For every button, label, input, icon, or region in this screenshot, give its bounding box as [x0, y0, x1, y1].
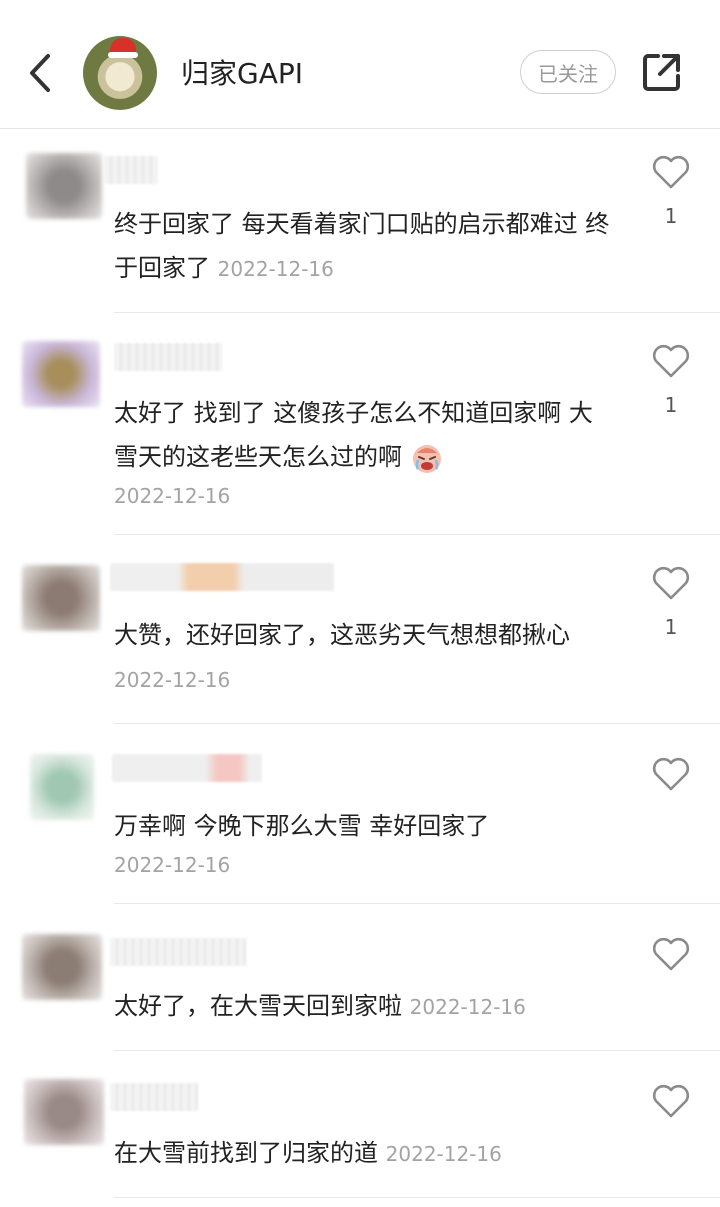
heart-icon[interactable]: [651, 1083, 691, 1119]
commenter-avatar[interactable]: [22, 341, 100, 407]
heart-icon[interactable]: [651, 756, 691, 792]
account-avatar[interactable]: [83, 36, 157, 110]
crying-face-emoji: [412, 445, 441, 473]
comment-item: 万幸啊 今晚下那么大雪 幸好回家了 2022-12-16: [0, 724, 720, 904]
commenter-avatar[interactable]: [22, 934, 102, 1000]
top-bar: 归家GAPI 已关注: [0, 0, 720, 129]
commenter-name[interactable]: [114, 343, 222, 371]
comment-text-block: 终于回家了 每天看着家门口贴的启示都难过 终于回家了 2022-12-16: [114, 202, 614, 291]
comment-text: 大赞，还好回家了，这恶劣天气想想都揪心: [114, 621, 570, 649]
comment-date: 2022-12-16: [114, 668, 231, 692]
comment-text-block: 太好了 找到了 这傻孩子怎么不知道回家啊 大雪天的这老些天怎么过的啊 2022-…: [114, 391, 614, 513]
commenter-name[interactable]: [112, 754, 262, 782]
back-arrow-icon[interactable]: [22, 50, 58, 96]
comment-date: 2022-12-16: [409, 995, 526, 1019]
commenter-name[interactable]: [110, 563, 334, 591]
comment-item: 太好了 找到了 这傻孩子怎么不知道回家啊 大雪天的这老些天怎么过的啊 2022-…: [0, 313, 720, 535]
comment-text-block: 太好了，在大雪天回到家啦 2022-12-16: [114, 984, 614, 1029]
comment-item: 在大雪前找到了归家的道 2022-12-16: [0, 1051, 720, 1207]
comment-text-block: 在大雪前找到了归家的道 2022-12-16: [114, 1131, 614, 1176]
divider: [114, 1197, 720, 1198]
like-count: 1: [664, 204, 678, 228]
comment-date: 2022-12-16: [385, 1142, 502, 1166]
comment-item: 太好了，在大雪天回到家啦 2022-12-16: [0, 904, 720, 1051]
share-icon[interactable]: [640, 50, 684, 94]
heart-icon[interactable]: [651, 154, 691, 190]
comment-date: 2022-12-16: [217, 257, 334, 281]
comment-text-block: 万幸啊 今晚下那么大雪 幸好回家了 2022-12-16: [114, 804, 614, 882]
comment-item: 大赞，还好回家了，这恶劣天气想想都揪心 2022-12-16 1: [0, 535, 720, 724]
comment-text-block: 大赞，还好回家了，这恶劣天气想想都揪心 2022-12-16: [114, 613, 614, 702]
heart-icon[interactable]: [651, 343, 691, 379]
following-button[interactable]: 已关注: [520, 50, 616, 94]
comment-date: 2022-12-16: [114, 484, 231, 508]
commenter-avatar[interactable]: [30, 754, 94, 820]
comment-text: 万幸啊 今晚下那么大雪 幸好回家了: [114, 812, 490, 840]
heart-icon[interactable]: [651, 565, 691, 601]
account-name[interactable]: 归家GAPI: [181, 54, 303, 94]
heart-icon[interactable]: [651, 936, 691, 972]
commenter-name[interactable]: [110, 1083, 198, 1111]
commenter-name[interactable]: [110, 938, 246, 966]
comment-text: 太好了 找到了 这傻孩子怎么不知道回家啊 大雪天的这老些天怎么过的啊: [114, 399, 593, 471]
comment-text: 太好了，在大雪天回到家啦: [114, 992, 402, 1020]
commenter-name[interactable]: [104, 156, 158, 184]
comment-text: 在大雪前找到了归家的道: [114, 1139, 378, 1167]
commenter-avatar[interactable]: [24, 1079, 104, 1145]
like-count: 1: [664, 615, 678, 639]
comment-date: 2022-12-16: [114, 853, 231, 877]
commenter-avatar[interactable]: [22, 565, 100, 631]
commenter-avatar[interactable]: [26, 153, 102, 219]
comment-item: 终于回家了 每天看着家门口贴的启示都难过 终于回家了 2022-12-16 1: [0, 128, 720, 313]
like-count: 1: [664, 393, 678, 417]
comment-text: 终于回家了 每天看着家门口贴的启示都难过 终于回家了: [114, 210, 610, 282]
